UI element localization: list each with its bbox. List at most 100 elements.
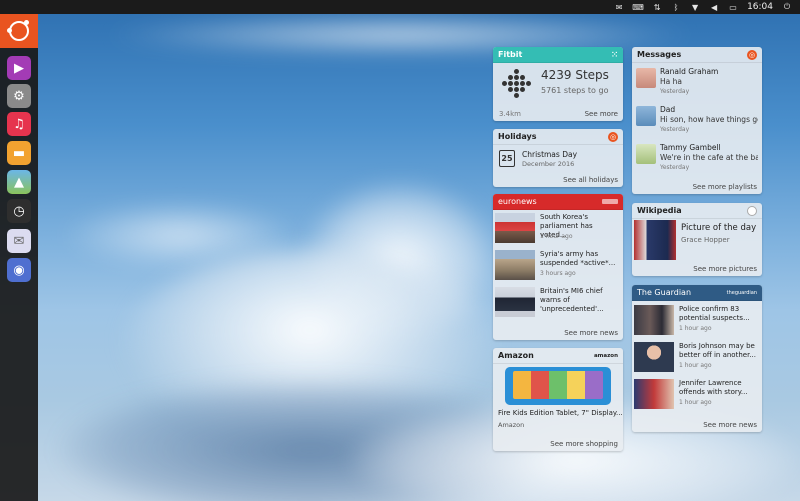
wikipedia-picture bbox=[634, 220, 676, 260]
holiday-date: December 2016 bbox=[522, 160, 575, 168]
guardian-title: The Guardian bbox=[637, 288, 692, 297]
wikipedia-card-header: Wikipedia bbox=[632, 203, 762, 219]
message-item[interactable]: Ranald Graham Ha ha Yesterday bbox=[632, 64, 762, 102]
fitbit-distance: 3.4km bbox=[499, 110, 522, 118]
news-item[interactable]: Jennifer Lawrence offends with story... … bbox=[632, 377, 762, 411]
wikipedia-subject: Grace Hopper bbox=[681, 236, 730, 244]
news-thumbnail bbox=[634, 379, 674, 409]
wikipedia-card[interactable]: Wikipedia Picture of the day Grace Hoppe… bbox=[632, 203, 762, 276]
wifi-icon[interactable]: ▼ bbox=[690, 2, 700, 12]
euronews-title: euronews bbox=[498, 197, 537, 206]
message-sender: Dad bbox=[660, 105, 676, 114]
euronews-card-header: euronews bbox=[493, 194, 623, 210]
clock[interactable]: 16:04 bbox=[747, 2, 773, 12]
message-text: Ha ha bbox=[660, 77, 682, 86]
news-thumbnail bbox=[495, 250, 535, 280]
amazon-card[interactable]: Amazon amazon Fire Kids Edition Tablet, … bbox=[493, 348, 623, 451]
tablet-screen bbox=[513, 371, 603, 399]
fitbit-card-header: Fitbit ⁙ bbox=[493, 47, 623, 63]
ubuntu-logo-icon bbox=[7, 20, 29, 41]
mail-icon[interactable]: ✉ bbox=[614, 2, 624, 12]
amazon-see-more-link[interactable]: See more shopping bbox=[550, 440, 618, 448]
news-time: 1 hour ago bbox=[679, 325, 712, 332]
browser-icon[interactable]: ◉ bbox=[7, 258, 31, 282]
message-item[interactable]: Tammy Gambell We're in the cafe at the b… bbox=[632, 140, 762, 178]
message-text: We're in the cafe at the back bbox=[660, 153, 758, 162]
avatar bbox=[636, 106, 656, 126]
news-time: 1 hour ago bbox=[679, 399, 712, 406]
wikipedia-see-more-link[interactable]: See more pictures bbox=[693, 265, 757, 273]
message-time: Yesterday bbox=[660, 164, 690, 171]
message-text: Hi son, how have things gon... bbox=[660, 115, 758, 124]
holidays-see-more-link[interactable]: See all holidays bbox=[563, 176, 618, 184]
fitbit-card[interactable]: Fitbit ⁙ 4239 Steps 5761 steps to go 3.4… bbox=[493, 47, 623, 121]
guardian-card[interactable]: The Guardian theguardian Police confirm … bbox=[632, 285, 762, 432]
media-player-icon[interactable]: ▶ bbox=[7, 56, 31, 80]
network-icon[interactable]: ⇅ bbox=[652, 2, 662, 12]
fitbit-logo-icon: ⁙ bbox=[611, 50, 618, 59]
settings-icon[interactable]: ⚙ bbox=[7, 84, 31, 108]
fitbit-see-more-link[interactable]: See more bbox=[585, 110, 618, 118]
clock-icon[interactable]: ◷ bbox=[7, 199, 31, 223]
messages-see-more-link[interactable]: See more playlists bbox=[693, 183, 757, 191]
email-icon[interactable]: ✉ bbox=[7, 229, 31, 253]
product-title: Fire Kids Edition Tablet, 7" Display... bbox=[498, 409, 623, 417]
news-item[interactable]: Boris Johnson may be better off in anoth… bbox=[632, 340, 762, 374]
news-thumbnail bbox=[495, 213, 535, 243]
guardian-see-more-link[interactable]: See more news bbox=[703, 421, 757, 429]
music-icon[interactable]: ♫ bbox=[7, 112, 31, 136]
holiday-event: Christmas Day bbox=[522, 150, 578, 159]
fitbit-steps-remaining: 5761 steps to go bbox=[541, 86, 609, 95]
wikipedia-logo-icon bbox=[747, 205, 757, 216]
message-sender: Tammy Gambell bbox=[660, 143, 721, 152]
euronews-card[interactable]: euronews South Korea's parliament has vo… bbox=[493, 194, 623, 340]
fitbit-steps: 4239 Steps bbox=[541, 68, 609, 82]
launcher: ▶ ⚙ ♫ ▬ ▲ ◷ ✉ ◉ bbox=[0, 14, 38, 501]
news-time: 3 hours ago bbox=[540, 270, 576, 277]
bluetooth-icon[interactable]: ᛒ bbox=[671, 2, 681, 12]
guardian-card-header: The Guardian theguardian bbox=[632, 285, 762, 301]
product-seller: Amazon bbox=[498, 421, 525, 429]
news-item[interactable]: South Korea's parliament has voted... 1 … bbox=[493, 211, 623, 245]
volume-icon[interactable]: ◀ bbox=[709, 2, 719, 12]
euronews-see-more-link[interactable]: See more news bbox=[564, 329, 618, 337]
news-time: 1 hour ago bbox=[679, 362, 712, 369]
news-title: Syria's army has suspended *active*... bbox=[540, 250, 616, 267]
fitbit-dots-icon bbox=[502, 69, 532, 99]
news-thumbnail bbox=[495, 287, 535, 317]
message-time: Yesterday bbox=[660, 88, 690, 95]
product-image bbox=[505, 367, 611, 405]
ubuntu-home-button[interactable] bbox=[0, 14, 38, 48]
calendar-day: 25 bbox=[501, 154, 513, 163]
news-item[interactable]: Syria's army has suspended *active*... 3… bbox=[493, 248, 623, 282]
message-item[interactable]: Dad Hi son, how have things gon... Yeste… bbox=[632, 102, 762, 140]
news-time: 1 hour ago bbox=[540, 233, 573, 240]
message-time: Yesterday bbox=[660, 126, 690, 133]
holidays-card[interactable]: Holidays ◎ 25 Christmas Day December 201… bbox=[493, 129, 623, 187]
ubuntu-badge-icon: ◎ bbox=[747, 49, 757, 60]
news-thumbnail bbox=[634, 342, 674, 372]
wikipedia-title: Wikipedia bbox=[637, 206, 682, 215]
holidays-card-header: Holidays ◎ bbox=[493, 129, 623, 145]
keyboard-icon[interactable]: ⌨ bbox=[632, 2, 644, 12]
news-thumbnail bbox=[634, 305, 674, 335]
avatar bbox=[636, 144, 656, 164]
gallery-icon[interactable]: ▲ bbox=[7, 170, 31, 194]
news-title: Britain's MI6 chief warns of 'unpreceden… bbox=[540, 287, 604, 313]
news-title: Police confirm 83 potential suspects... bbox=[679, 305, 750, 322]
messaging-icon[interactable]: ▬ bbox=[7, 141, 31, 165]
calendar-icon: 25 bbox=[499, 150, 515, 167]
messages-title: Messages bbox=[637, 50, 682, 59]
top-panel: ✉ ⌨ ⇅ ᛒ ▼ ◀ ▭ 16:04 ⏻ bbox=[0, 0, 800, 14]
amazon-title: Amazon bbox=[498, 351, 534, 360]
news-item[interactable]: Britain's MI6 chief warns of 'unpreceden… bbox=[493, 285, 623, 319]
amazon-brand: amazon bbox=[593, 352, 618, 359]
guardian-brand: theguardian bbox=[726, 289, 757, 296]
battery-icon[interactable]: ▭ bbox=[728, 2, 738, 12]
power-icon[interactable]: ⏻ bbox=[782, 2, 792, 12]
messages-card[interactable]: Messages ◎ Ranald Graham Ha ha Yesterday… bbox=[632, 47, 762, 194]
news-item[interactable]: Police confirm 83 potential suspects... … bbox=[632, 303, 762, 337]
euronews-logo-icon bbox=[602, 199, 618, 204]
avatar bbox=[636, 68, 656, 88]
wikipedia-headline: Picture of the day bbox=[681, 223, 757, 233]
